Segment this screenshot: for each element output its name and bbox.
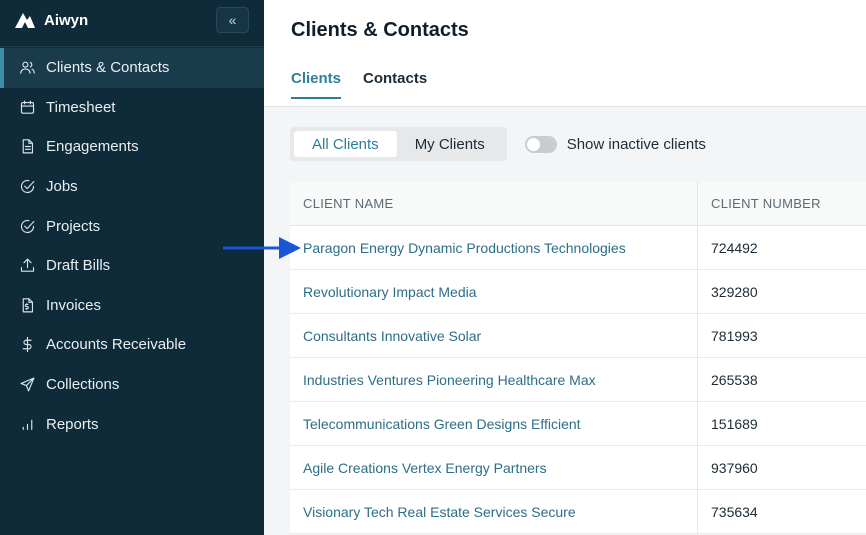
client-scope-segmented-control: All Clients My Clients xyxy=(290,127,507,161)
sidebar-item-label: Jobs xyxy=(46,178,78,196)
client-name-link[interactable]: Paragon Energy Dynamic Productions Techn… xyxy=(290,226,698,269)
column-header-client-number[interactable]: CLIENT NUMBER xyxy=(698,182,866,225)
sidebar-item-label: Invoices xyxy=(46,296,102,314)
sidebar-item-clients-contacts[interactable]: Clients & Contacts xyxy=(0,48,264,88)
table-row[interactable]: Paragon Energy Dynamic Productions Techn… xyxy=(290,226,866,270)
all-clients-button[interactable]: All Clients xyxy=(294,131,397,157)
sidebar-item-label: Timesheet xyxy=(46,98,116,116)
sidebar-item-label: Engagements xyxy=(46,138,139,156)
sidebar-item-jobs[interactable]: Jobs xyxy=(0,167,264,207)
main-content: Clients & Contacts Clients Contacts All … xyxy=(264,0,866,535)
document-icon xyxy=(18,138,36,156)
table-row[interactable]: Agile Creations Vertex Energy Partners 9… xyxy=(290,446,866,490)
table-row[interactable]: Telecommunications Green Designs Efficie… xyxy=(290,402,866,446)
client-name-link[interactable]: Industries Ventures Pioneering Healthcar… xyxy=(290,358,698,401)
sidebar-item-invoices[interactable]: Invoices xyxy=(0,286,264,326)
sidebar-item-label: Reports xyxy=(46,415,99,433)
table-row[interactable]: Industries Ventures Pioneering Healthcar… xyxy=(290,358,866,402)
table-row[interactable]: Consultants Innovative Solar 781993 xyxy=(290,314,866,358)
client-number: 329280 xyxy=(711,283,758,300)
client-name-link[interactable]: Agile Creations Vertex Energy Partners xyxy=(290,446,698,489)
annotation-arrow-icon xyxy=(223,237,301,259)
sidebar-item-label: Accounts Receivable xyxy=(46,336,187,354)
aiwyn-logo-icon xyxy=(15,13,35,28)
check-circle-icon xyxy=(18,217,36,235)
client-name-link[interactable]: Revolutionary Impact Media xyxy=(290,270,698,313)
show-inactive-toggle-wrap[interactable]: Show inactive clients xyxy=(524,135,706,153)
sidebar-divider xyxy=(0,46,264,47)
client-name-link[interactable]: Visionary Tech Real Estate Services Secu… xyxy=(290,490,698,533)
tab-contacts[interactable]: Contacts xyxy=(363,70,427,99)
sidebar-item-engagements[interactable]: Engagements xyxy=(0,127,264,167)
users-icon xyxy=(18,59,36,77)
calendar-icon xyxy=(18,98,36,116)
sidebar-item-label: Collections xyxy=(46,376,120,394)
client-number: 724492 xyxy=(711,239,758,256)
sidebar-item-label: Draft Bills xyxy=(46,257,111,275)
my-clients-button[interactable]: My Clients xyxy=(397,131,503,157)
column-header-client-name[interactable]: CLIENT NAME xyxy=(290,182,698,225)
filter-bar: All Clients My Clients Show inactive cli… xyxy=(290,127,706,161)
client-number: 937960 xyxy=(711,459,758,476)
show-inactive-label: Show inactive clients xyxy=(566,135,706,153)
clients-table: CLIENT NAME CLIENT NUMBER Paragon Energy… xyxy=(290,182,866,534)
check-circle-icon xyxy=(18,178,36,196)
sidebar-item-collections[interactable]: Collections xyxy=(0,365,264,405)
tab-bar: Clients Contacts xyxy=(291,70,427,99)
table-row[interactable]: Revolutionary Impact Media 329280 xyxy=(290,270,866,314)
chevrons-left-icon: « xyxy=(228,12,237,28)
page-header: Clients & Contacts Clients Contacts xyxy=(264,0,866,107)
dollar-icon xyxy=(18,336,36,354)
upload-icon xyxy=(18,257,36,275)
client-number: 781993 xyxy=(711,327,758,344)
page-title: Clients & Contacts xyxy=(291,19,469,41)
invoice-icon xyxy=(18,296,36,314)
tab-clients[interactable]: Clients xyxy=(291,70,342,99)
sidebar-item-label: Clients & Contacts xyxy=(46,59,170,77)
brand[interactable]: Aiwyn xyxy=(14,10,88,30)
client-number: 735634 xyxy=(711,503,758,520)
sidebar-item-timesheet[interactable]: Timesheet xyxy=(0,88,264,128)
client-number: 265538 xyxy=(711,371,758,388)
sidebar-item-reports[interactable]: Reports xyxy=(0,404,264,444)
show-inactive-toggle[interactable] xyxy=(524,135,557,153)
sidebar: Aiwyn « Clients & Contacts Timesheet Eng… xyxy=(0,0,264,535)
sidebar-item-accounts-receivable[interactable]: Accounts Receivable xyxy=(0,325,264,365)
client-number: 151689 xyxy=(711,415,758,432)
table-header: CLIENT NAME CLIENT NUMBER xyxy=(290,182,866,226)
brand-name: Aiwyn xyxy=(44,11,89,29)
table-row[interactable]: Visionary Tech Real Estate Services Secu… xyxy=(290,490,866,534)
bar-chart-icon xyxy=(18,415,36,433)
collapse-sidebar-button[interactable]: « xyxy=(216,7,249,33)
sidebar-item-label: Projects xyxy=(46,217,101,235)
client-name-link[interactable]: Consultants Innovative Solar xyxy=(290,314,698,357)
send-icon xyxy=(18,376,36,394)
client-name-link[interactable]: Telecommunications Green Designs Efficie… xyxy=(290,402,698,445)
